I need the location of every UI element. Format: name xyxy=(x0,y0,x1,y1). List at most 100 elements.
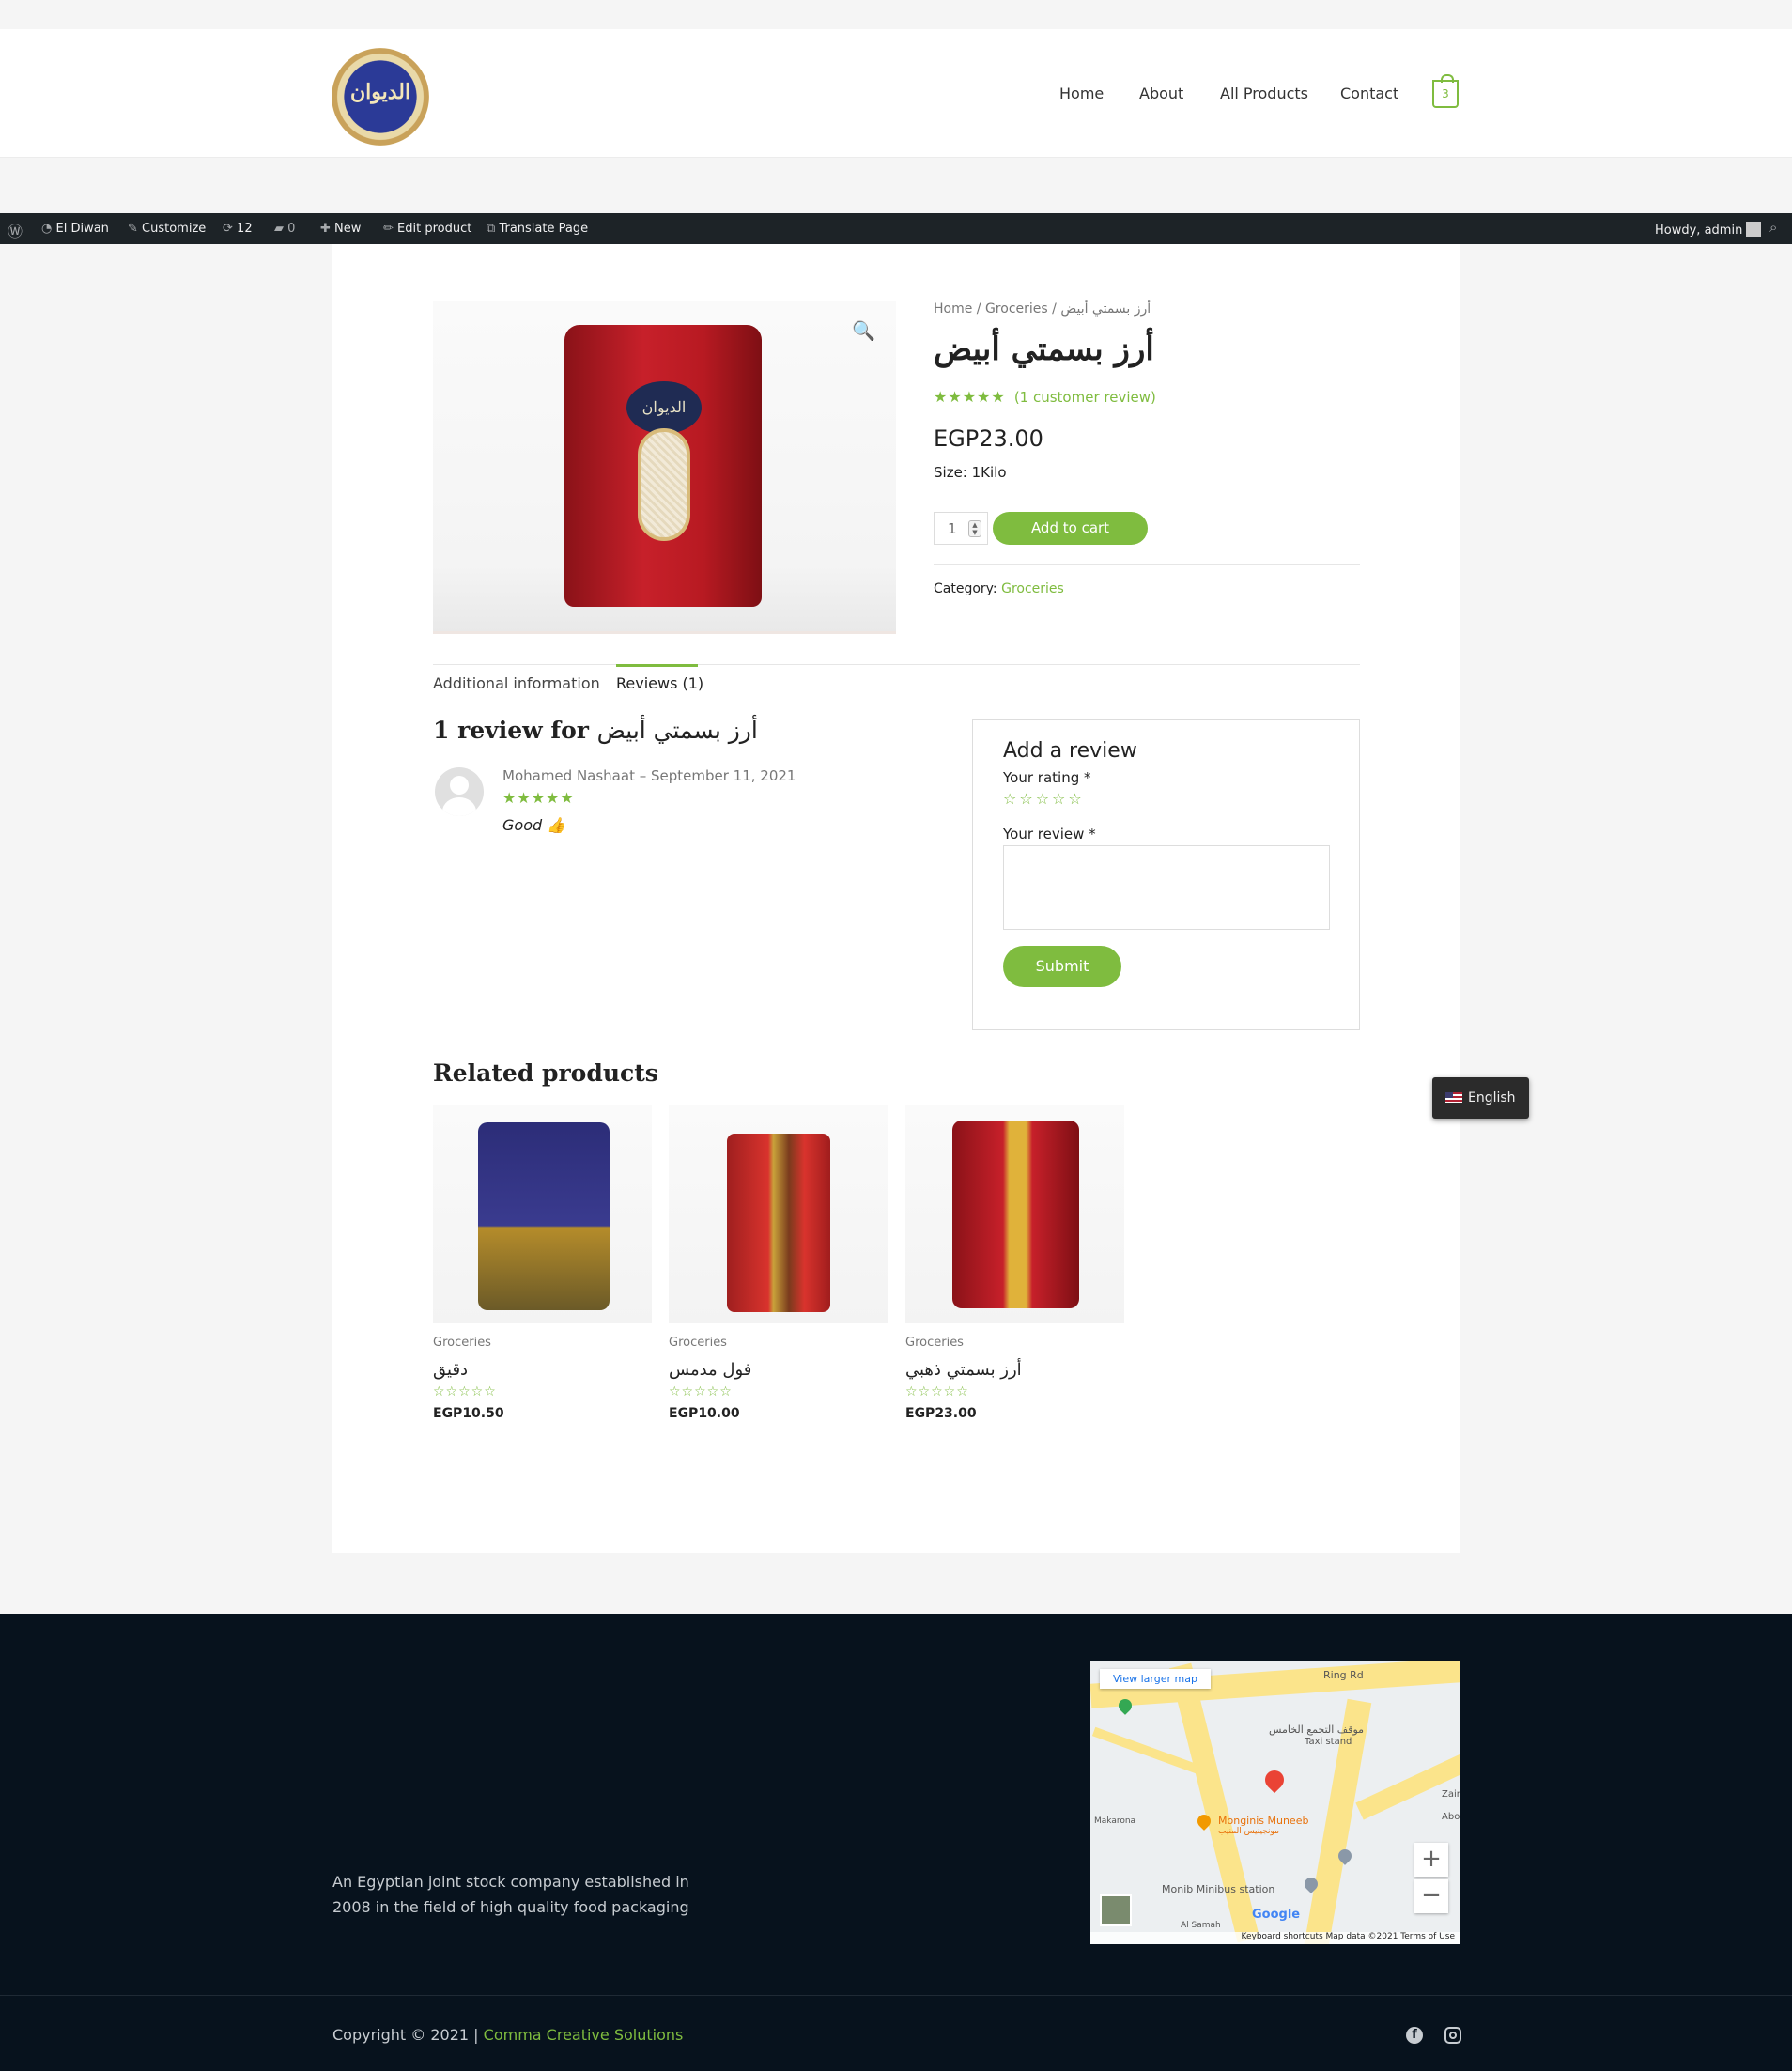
plus-icon: ✚ xyxy=(320,222,331,236)
translate-icon: ⧉ xyxy=(487,222,496,236)
related-product-image[interactable] xyxy=(433,1105,652,1323)
map-label: Monib Minibus station xyxy=(1162,1883,1275,1895)
related-product-name[interactable]: فول مدمس xyxy=(669,1360,751,1380)
active-tab-indicator xyxy=(616,664,698,667)
reviews-heading-product: أرز بسمتي أبيض xyxy=(596,717,758,744)
search-icon[interactable]: ⌕ xyxy=(1769,219,1777,236)
related-product-price: EGP10.50 xyxy=(433,1406,504,1421)
breadcrumb[interactable]: Home / Groceries / أرز بسمتي أبيض xyxy=(934,301,1151,317)
admin-bar: Ⓦ ◔ El Diwan ✎ Customize ⟳ 12 ▰ 0 ✚ New … xyxy=(0,213,1792,244)
product-image[interactable]: الديوان xyxy=(433,301,896,634)
language-label: English xyxy=(1468,1090,1516,1105)
related-product-category: Groceries xyxy=(905,1336,964,1350)
map-attribution[interactable]: Keyboard shortcuts Map data ©2021 Terms … xyxy=(1090,1932,1460,1944)
map-label: Abo xyxy=(1442,1812,1460,1822)
category-link[interactable]: Groceries xyxy=(1001,581,1064,596)
map-road xyxy=(1355,1747,1460,1820)
quantity-input[interactable]: 1 ▲ ▼ xyxy=(934,512,988,545)
admin-comments-count: 0 xyxy=(287,222,296,236)
related-product-category: Groceries xyxy=(669,1336,727,1350)
product-price: EGP23.00 xyxy=(934,425,1043,452)
related-product-image[interactable] xyxy=(905,1105,1124,1323)
admin-site-name: El Diwan xyxy=(55,222,109,236)
product-rating: ★★★★★ (1 customer review) xyxy=(934,388,1156,406)
bag-logo: الديوان xyxy=(626,381,702,434)
view-larger-map-link[interactable]: View larger map xyxy=(1100,1669,1211,1689)
admin-howdy: Howdy, admin xyxy=(1655,224,1743,238)
zoom-icon[interactable]: 🔍 xyxy=(852,319,875,342)
instagram-icon[interactable] xyxy=(1444,2027,1461,2044)
pencil-icon: ✏ xyxy=(383,222,394,236)
quantity-stepper[interactable]: ▲ ▼ xyxy=(968,520,981,537)
facebook-icon[interactable]: f xyxy=(1406,2027,1423,2044)
review-textarea[interactable] xyxy=(1003,845,1330,930)
nav-home[interactable]: Home xyxy=(1059,85,1104,102)
avatar xyxy=(435,767,484,816)
updates-icon: ⟳ xyxy=(223,222,233,236)
review-form-title: Add a review xyxy=(1003,739,1137,763)
related-products-heading: Related products xyxy=(433,1059,658,1087)
wordpress-icon[interactable]: Ⓦ xyxy=(8,219,23,241)
tabs-divider xyxy=(433,664,1360,665)
related-product-stars: ☆☆☆☆☆ xyxy=(669,1384,733,1399)
admin-translate-link[interactable]: ⧉ Translate Page xyxy=(487,222,588,236)
reviews-heading-prefix: 1 review for xyxy=(433,717,589,744)
site-footer xyxy=(0,1614,1792,2071)
brush-icon: ✎ xyxy=(128,222,138,236)
dashboard-icon: ◔ xyxy=(41,222,53,236)
map-location-pin[interactable] xyxy=(1260,1766,1289,1794)
cart-count: 3 xyxy=(1442,87,1449,100)
customer-review-link[interactable]: (1 customer review) xyxy=(1014,389,1156,406)
map-label: Taxi stand xyxy=(1305,1737,1352,1747)
admin-site-link[interactable]: ◔ El Diwan xyxy=(41,222,109,236)
tab-additional-information[interactable]: Additional information xyxy=(433,674,600,692)
flour-bag-image xyxy=(478,1122,610,1310)
reviews-heading: 1 review for أرز بسمتي أبيض xyxy=(433,717,758,744)
review-label: Your review * xyxy=(1003,826,1096,842)
admin-avatar-icon xyxy=(1746,222,1762,237)
admin-edit-product-link[interactable]: ✏ Edit product xyxy=(383,222,471,236)
rating-stars: ★★★★★ xyxy=(934,388,1006,406)
admin-customize-link[interactable]: ✎ Customize xyxy=(128,222,206,236)
add-to-cart-button[interactable]: Add to cart xyxy=(993,512,1148,545)
admin-new-link[interactable]: ✚ New xyxy=(320,222,361,236)
us-flag-icon xyxy=(1445,1092,1462,1103)
divider xyxy=(934,564,1360,565)
submit-button[interactable]: Submit xyxy=(1003,946,1121,987)
map-label: Ring Rd xyxy=(1323,1669,1364,1681)
product-size: Size: 1Kilo xyxy=(934,464,1007,481)
related-product-card[interactable]: Groceries أرز بسمتي ذهبي ☆☆☆☆☆ EGP23.00 xyxy=(905,1105,1124,1421)
related-product-stars: ☆☆☆☆☆ xyxy=(433,1384,497,1399)
admin-updates-link[interactable]: ⟳ 12 xyxy=(223,222,253,236)
site-logo[interactable]: الديوان xyxy=(332,48,429,146)
zoom-in-button[interactable]: + xyxy=(1414,1843,1448,1877)
admin-translate-label: Translate Page xyxy=(499,222,589,236)
rating-label: Your rating * xyxy=(1003,769,1091,786)
product-title: أرز بسمتي أبيض xyxy=(934,331,1154,368)
footer-about-text: An Egyptian joint stock company establis… xyxy=(332,1873,689,1916)
related-product-card[interactable]: Groceries فول مدمس ☆☆☆☆☆ EGP10.00 xyxy=(669,1105,888,1421)
map-label: Monginis Muneeb xyxy=(1218,1815,1309,1827)
related-product-image[interactable] xyxy=(669,1105,888,1323)
satellite-toggle-button[interactable] xyxy=(1100,1894,1132,1926)
nav-contact[interactable]: Contact xyxy=(1340,85,1398,102)
cart-icon[interactable]: 3 xyxy=(1432,74,1459,108)
logo-text: الديوان xyxy=(349,80,411,104)
zoom-out-button[interactable]: − xyxy=(1414,1879,1448,1913)
admin-comments-link[interactable]: ▰ 0 xyxy=(274,222,295,236)
copyright-link[interactable]: Comma Creative Solutions xyxy=(484,2026,684,2044)
rating-star-picker[interactable]: ☆☆☆☆☆ xyxy=(1003,790,1085,808)
language-switcher[interactable]: English xyxy=(1432,1077,1529,1119)
nav-about[interactable]: About xyxy=(1139,85,1183,102)
embedded-map[interactable]: View larger map Ring Rd موقف التجمع الخا… xyxy=(1090,1661,1460,1944)
admin-account-link[interactable]: Howdy, admin xyxy=(1655,222,1762,238)
nav-all-products[interactable]: All Products xyxy=(1220,85,1308,102)
comment-icon: ▰ xyxy=(274,222,284,236)
google-logo: Google xyxy=(1252,1908,1301,1922)
quantity-value: 1 xyxy=(948,520,957,537)
related-product-card[interactable]: Groceries دقيق ☆☆☆☆☆ EGP10.50 xyxy=(433,1105,652,1421)
related-product-name[interactable]: دقيق xyxy=(433,1360,468,1380)
tab-reviews[interactable]: Reviews (1) xyxy=(616,674,703,692)
beans-can-image xyxy=(727,1134,830,1312)
related-product-name[interactable]: أرز بسمتي ذهبي xyxy=(905,1360,1022,1380)
